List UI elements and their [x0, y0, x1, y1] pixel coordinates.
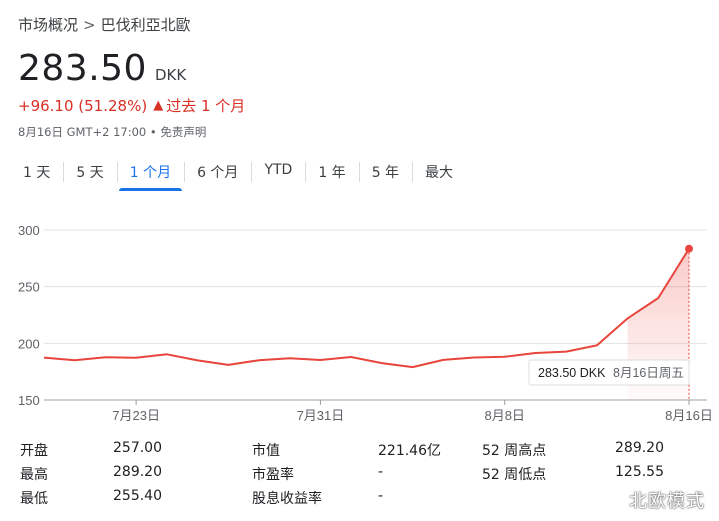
current-price: 283.50 — [18, 48, 147, 89]
breadcrumb-market-overview[interactable]: 市场概况 — [18, 16, 78, 34]
x-tick-label: 8月16日 — [665, 408, 713, 423]
stat-label: 最低 — [20, 491, 48, 507]
x-tick-label: 7月23日 — [112, 408, 160, 423]
tooltip-date: 8月16日周五 — [613, 366, 684, 380]
watermark: 北欧模式 — [629, 491, 705, 512]
breadcrumb: 市场概况 > 巴伐利亞北歐 — [18, 14, 191, 35]
stat-value: 289.20 — [113, 464, 162, 480]
x-tick-label: 8月8日 — [484, 408, 524, 423]
currency: DKK — [154, 66, 187, 84]
stat-label: 最高 — [20, 467, 48, 483]
timestamp: 8月16日 GMT+2 17:00 — [18, 125, 147, 139]
disclaimer-link[interactable]: • 免责声明 — [150, 125, 206, 139]
stat-label: 市值 — [252, 443, 280, 459]
y-tick-label: 200 — [18, 336, 40, 351]
stat-value: 221.46亿 — [378, 443, 441, 459]
stat-value: 125.55 — [615, 464, 664, 480]
tab-range-2[interactable]: 1 个月 — [116, 160, 184, 191]
breadcrumb-current: 巴伐利亞北歐 — [100, 16, 191, 34]
price-change: +96.10 (51.28%) ▲ 过去 1 个月 — [18, 95, 245, 116]
tab-range-5[interactable]: 1 年 — [305, 160, 358, 191]
stat-label: 股息收益率 — [252, 491, 322, 507]
stat-value: 289.20 — [615, 440, 664, 456]
stat-label: 52 周低点 — [482, 467, 547, 483]
quote-meta: 8月16日 GMT+2 17:00 • 免责声明 — [18, 124, 206, 140]
change-amount: +96.10 (51.28%) — [18, 96, 148, 115]
stat-label: 开盘 — [20, 443, 48, 459]
arrow-up-icon: ▲ — [153, 98, 164, 113]
breadcrumb-separator: > — [83, 16, 96, 34]
y-tick-label: 250 — [18, 280, 40, 295]
tab-range-0[interactable]: 1 天 — [10, 160, 63, 191]
stat-value: 257.00 — [113, 440, 162, 456]
price-row: 283.50 DKK — [18, 48, 186, 89]
tooltip-value: 283.50 DKK — [538, 366, 606, 380]
tab-range-7[interactable]: 最大 — [412, 160, 466, 191]
price-chart[interactable]: 150 200 250 300 7月23日 7月31日 8月8日 8月16日 283.50 DK… — [0, 210, 719, 435]
tab-range-1[interactable]: 5 天 — [63, 160, 116, 191]
stat-value: - — [378, 464, 384, 480]
y-tick-label: 150 — [18, 393, 40, 408]
price-line — [43, 248, 690, 369]
range-tabs: 1 天5 天1 个月 6 个月 YTD 1 年5 年最大 — [10, 160, 466, 191]
stat-value: - — [378, 488, 384, 504]
stat-label: 52 周高点 — [482, 443, 547, 459]
tab-range-4[interactable]: YTD — [251, 160, 305, 191]
stat-value: 255.40 — [113, 488, 162, 504]
x-tick-label: 7月31日 — [297, 408, 345, 423]
stat-label: 市盈率 — [252, 467, 294, 483]
tab-range-3[interactable]: 6 个月 — [184, 160, 251, 191]
change-period: 过去 1 个月 — [166, 97, 246, 115]
hover-point — [685, 244, 693, 253]
y-tick-label: 300 — [18, 223, 40, 238]
tab-range-6[interactable]: 5 年 — [358, 160, 412, 191]
